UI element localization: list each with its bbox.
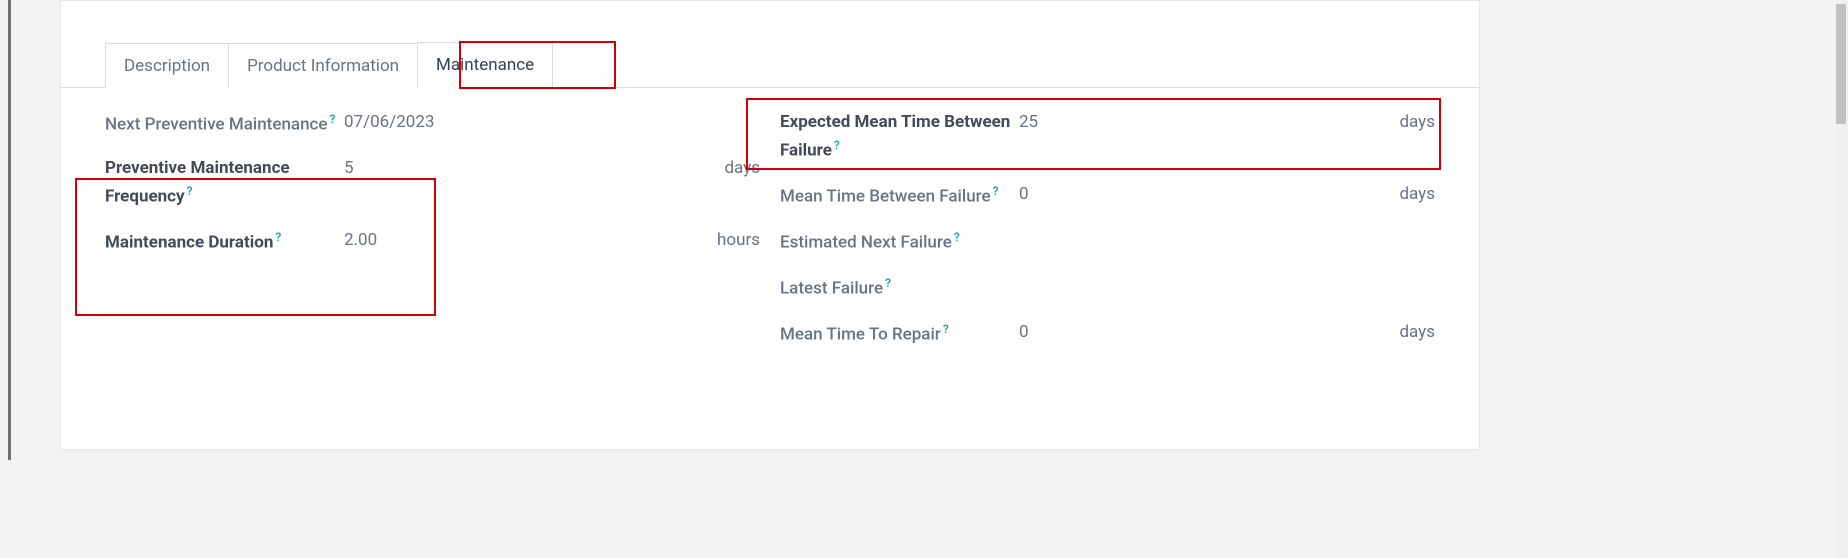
label-next-pm-text: Next Preventive Maintenance (105, 115, 328, 135)
value-mttr[interactable]: 0 (1015, 320, 1375, 346)
field-latest-failure: Latest Failure? (780, 274, 1435, 302)
label-lf: Latest Failure? (780, 274, 1015, 302)
field-pm-frequency: Preventive Maintenance Frequency? 5 days (105, 156, 760, 210)
value-mtbf[interactable]: 0 (1015, 182, 1375, 208)
tab-product-information[interactable]: Product Information (228, 43, 418, 88)
help-icon[interactable]: ? (187, 184, 193, 198)
help-icon[interactable]: ? (993, 184, 999, 198)
value-emtbf[interactable]: 25 (1015, 110, 1375, 136)
field-next-preventive-maintenance: Next Preventive Maintenance? 07/06/2023 (105, 110, 760, 138)
tabs-bar: Description Product Information Maintena… (61, 1, 1479, 88)
label-emtbf-text: Expected Mean Time Between Failure (780, 112, 1010, 160)
unit-emtbf: days (1375, 110, 1435, 136)
help-icon[interactable]: ? (954, 230, 960, 244)
scrollbar-thumb[interactable] (1836, 4, 1846, 124)
page-container: Description Product Information Maintena… (0, 0, 1848, 558)
label-mtbf: Mean Time Between Failure? (780, 182, 1015, 210)
vertical-scrollbar[interactable] (1834, 0, 1848, 558)
form-body: Next Preventive Maintenance? 07/06/2023 … (61, 88, 1479, 366)
field-mttr: Mean Time To Repair? 0 days (780, 320, 1435, 348)
value-maint-duration[interactable]: 2.00 (340, 228, 700, 254)
field-maintenance-duration: Maintenance Duration? 2.00 hours (105, 228, 760, 256)
unit-pm-frequency: days (700, 156, 760, 182)
label-lf-text: Latest Failure (780, 279, 883, 299)
value-pm-frequency[interactable]: 5 (340, 156, 700, 182)
label-emtbf: Expected Mean Time Between Failure? (780, 110, 1015, 164)
label-mtbf-text: Mean Time Between Failure (780, 186, 991, 206)
label-maint-duration-text: Maintenance Duration (105, 232, 273, 252)
value-next-pm[interactable]: 07/06/2023 (340, 110, 700, 136)
left-column: Next Preventive Maintenance? 07/06/2023 … (105, 110, 760, 366)
help-icon[interactable]: ? (834, 138, 840, 152)
form-card: Description Product Information Maintena… (60, 0, 1480, 450)
label-enf-text: Estimated Next Failure (780, 232, 952, 252)
help-icon[interactable]: ? (885, 276, 891, 290)
help-icon[interactable]: ? (943, 322, 949, 336)
field-mtbf: Mean Time Between Failure? 0 days (780, 182, 1435, 210)
label-pm-frequency: Preventive Maintenance Frequency? (105, 156, 340, 210)
tab-maintenance[interactable]: Maintenance (417, 42, 553, 88)
field-estimated-next-failure: Estimated Next Failure? (780, 228, 1435, 256)
label-mttr: Mean Time To Repair? (780, 320, 1015, 348)
label-enf: Estimated Next Failure? (780, 228, 1015, 256)
label-next-pm: Next Preventive Maintenance? (105, 110, 340, 138)
field-emtbf: Expected Mean Time Between Failure? 25 d… (780, 110, 1435, 164)
tab-description[interactable]: Description (105, 43, 229, 88)
unit-mttr: days (1375, 320, 1435, 346)
label-mttr-text: Mean Time To Repair (780, 325, 941, 345)
unit-maint-duration: hours (700, 228, 760, 254)
label-pm-frequency-text: Preventive Maintenance Frequency (105, 158, 290, 206)
unit-mtbf: days (1375, 182, 1435, 208)
help-icon[interactable]: ? (330, 112, 336, 126)
help-icon[interactable]: ? (275, 230, 281, 244)
label-maint-duration: Maintenance Duration? (105, 228, 340, 256)
right-column: Expected Mean Time Between Failure? 25 d… (780, 110, 1435, 366)
